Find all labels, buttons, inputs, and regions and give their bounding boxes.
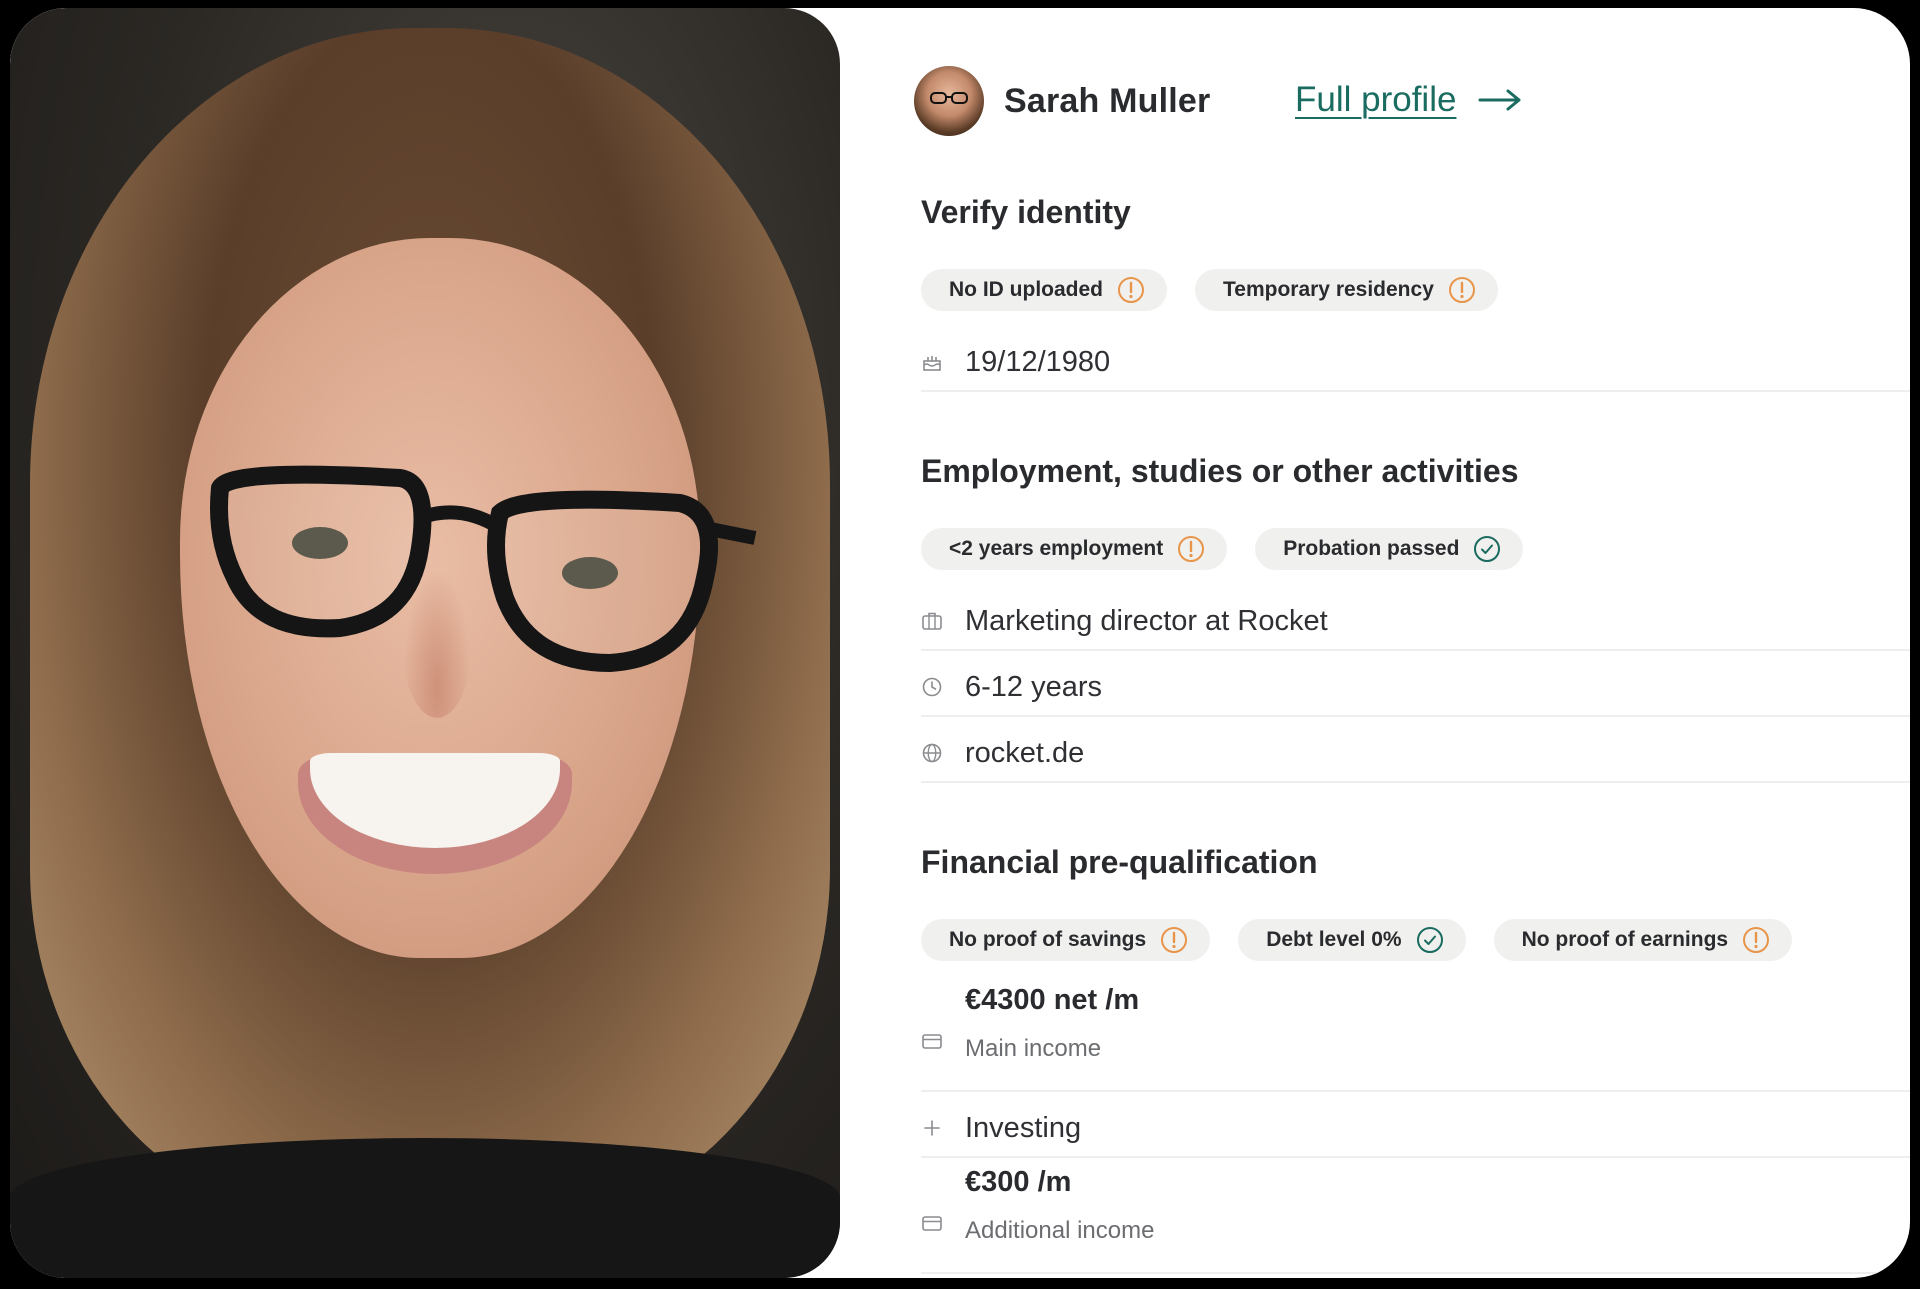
chip-label: No ID uploaded xyxy=(949,278,1103,301)
warning-icon xyxy=(1178,536,1205,562)
plus-icon xyxy=(924,1120,940,1136)
warning-icon xyxy=(1161,927,1188,953)
financial-chips: No proof of savings Debt level 0% No pro… xyxy=(921,919,1793,961)
main-income-row: €4300 net /m Main income xyxy=(921,984,1910,1092)
chip-label: No proof of savings xyxy=(949,928,1147,951)
chip-no-proof-savings[interactable]: No proof of savings xyxy=(921,919,1211,961)
birthdate-value: 19/12/1980 xyxy=(965,345,1111,378)
section-title-employment: Employment, studies or other activities xyxy=(921,453,1519,489)
chip-no-proof-earnings[interactable]: No proof of earnings xyxy=(1493,919,1793,961)
full-profile-label: Full profile xyxy=(1295,80,1457,119)
clock-icon xyxy=(922,677,942,697)
check-circle-icon xyxy=(1416,927,1443,953)
identity-chips: No ID uploaded Temporary residency xyxy=(921,269,1498,311)
user-name: Sarah Muller xyxy=(1004,81,1211,120)
website-row: rocket.de xyxy=(921,725,1910,783)
warning-icon xyxy=(1743,927,1770,953)
chip-temporary-residency[interactable]: Temporary residency xyxy=(1195,269,1498,311)
additional-income-row: €300 /m Additional income xyxy=(921,1166,1910,1274)
additional-income-amount: €300 /m xyxy=(965,1166,1072,1198)
section-title-financial: Financial pre-qualification xyxy=(921,844,1318,880)
warning-icon xyxy=(1448,277,1475,303)
investing-row[interactable]: Investing xyxy=(921,1100,1910,1158)
cake-icon xyxy=(923,356,941,371)
credit-card-icon xyxy=(922,1034,942,1049)
chip-no-id[interactable]: No ID uploaded xyxy=(921,269,1167,311)
birthdate-row: 19/12/1980 xyxy=(921,334,1910,392)
full-profile-link[interactable]: Full profile xyxy=(1295,80,1522,120)
additional-income-label: Additional income xyxy=(965,1217,1155,1244)
additional-income-stack: €300 /m Additional income xyxy=(965,1166,1154,1245)
duration-value: 6-12 years xyxy=(965,670,1103,703)
chip-probation-passed[interactable]: Probation passed xyxy=(1255,528,1524,570)
avatar-glasses xyxy=(930,92,968,104)
profile-header: Sarah Muller xyxy=(914,66,1210,136)
arrow-right-icon xyxy=(1478,89,1521,111)
chip-employment-duration[interactable]: <2 years employment xyxy=(921,528,1228,570)
chip-label: Probation passed xyxy=(1283,537,1460,560)
job-row: Marketing director at Rocket xyxy=(921,593,1910,651)
credit-card-icon xyxy=(922,1216,942,1231)
main-income-label: Main income xyxy=(965,1035,1102,1062)
briefcase-icon xyxy=(922,612,942,630)
duration-row: 6-12 years xyxy=(921,659,1910,717)
globe-icon xyxy=(922,743,942,763)
profile-panel: Sarah Muller Full profile Verify identit… xyxy=(10,8,1910,1278)
employment-chips: <2 years employment Probation passed xyxy=(921,528,1524,570)
app-window: Sarah Muller Full profile Verify identit… xyxy=(10,8,1910,1278)
chip-label: Temporary residency xyxy=(1223,278,1434,301)
job-title: Marketing director at Rocket xyxy=(965,604,1328,637)
chip-debt-level[interactable]: Debt level 0% xyxy=(1238,919,1466,961)
avatar[interactable] xyxy=(914,66,984,136)
main-income-stack: €4300 net /m Main income xyxy=(965,984,1139,1063)
website-value: rocket.de xyxy=(965,736,1085,769)
check-circle-icon xyxy=(1474,536,1501,562)
chip-label: Debt level 0% xyxy=(1266,928,1402,951)
investing-label: Investing xyxy=(965,1111,1082,1144)
section-title-identity: Verify identity xyxy=(921,194,1131,230)
main-income-amount: €4300 net /m xyxy=(965,984,1140,1016)
chip-label: <2 years employment xyxy=(949,537,1164,560)
chip-label: No proof of earnings xyxy=(1521,928,1729,951)
warning-icon xyxy=(1118,277,1144,303)
